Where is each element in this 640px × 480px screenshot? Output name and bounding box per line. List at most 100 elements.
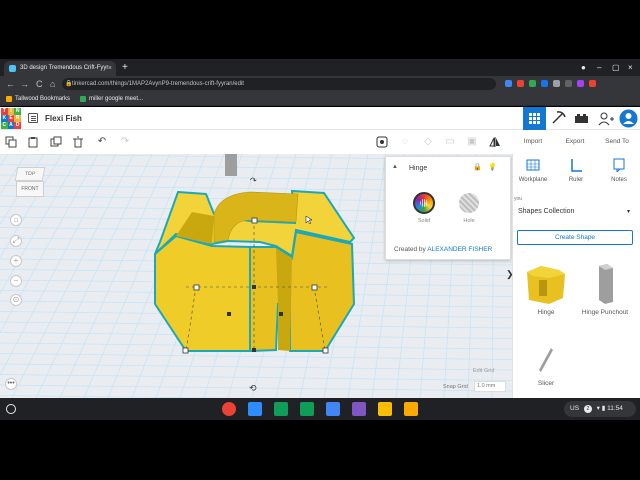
shelf-app-icon[interactable] (222, 402, 236, 416)
solid-color-swatch[interactable] (413, 192, 435, 214)
back-button[interactable]: ← (6, 76, 15, 92)
grid-icon (529, 113, 540, 124)
design-list-icon[interactable] (28, 113, 38, 123)
home-button[interactable]: ⌂ (50, 76, 55, 92)
duplicate-button[interactable] (50, 136, 62, 148)
address-bar[interactable]: 🔒 tinkercad.com/things/1MAP2AvynP9-treme… (62, 78, 496, 90)
shelf-app-icon[interactable] (274, 402, 288, 416)
extension-icon[interactable] (505, 80, 512, 87)
forward-button[interactable]: → (20, 76, 29, 92)
shape-thumbnails (527, 264, 613, 372)
bookmark-tallwood[interactable]: Tallwood Bookmarks (6, 92, 70, 106)
extension-icon[interactable] (553, 80, 560, 87)
hinge-thumbnail (527, 266, 565, 304)
note-tool-button[interactable] (376, 136, 388, 148)
workplane-tool[interactable]: Workplane (513, 158, 553, 183)
minimize-button[interactable]: – (597, 59, 601, 76)
light-tool-button[interactable]: ◌ (399, 136, 411, 148)
shelf-app-icon[interactable] (378, 402, 392, 416)
design-title[interactable]: Flexi Fish (45, 107, 82, 130)
lock-icon[interactable]: 🔒 (473, 163, 482, 171)
hinge-shape[interactable] (154, 189, 356, 353)
undo-button[interactable]: ↶ (96, 136, 108, 148)
close-window-button[interactable]: × (628, 59, 633, 76)
shape-label-hinge-punchout[interactable]: Hinge Punchout (579, 309, 631, 316)
shelf-app-icon[interactable] (404, 402, 418, 416)
rotate-bottom-arrow-icon[interactable]: ⟲ (249, 383, 257, 394)
fit-view-icon[interactable]: ⤢ (10, 235, 22, 247)
author-link[interactable]: ALEXANDER FISHER (427, 246, 492, 253)
extension-icon[interactable] (589, 80, 596, 87)
collapse-icon[interactable]: ▲ (392, 164, 398, 170)
build-button[interactable] (547, 107, 570, 130)
ruler-icon (571, 159, 582, 172)
group-tool-button[interactable]: ◇ (422, 136, 434, 148)
export-button[interactable]: Export (554, 130, 596, 154)
launcher-icon[interactable] (6, 404, 16, 414)
inspector-title[interactable]: Hinge (409, 165, 427, 172)
tab-title: 3D design Tremendous Crift-Fyyr (20, 65, 109, 71)
view-cube[interactable]: TOP FRONT (14, 164, 46, 200)
tinkercad-logo[interactable]: TINKERCAD (1, 108, 21, 129)
zoom-out-icon[interactable]: – (10, 275, 22, 287)
notes-tool[interactable]: Notes (599, 158, 639, 183)
record-icon[interactable]: ● (581, 59, 586, 76)
extension-icon[interactable] (517, 80, 524, 87)
workplane-label: Workplane (518, 177, 548, 183)
notes-icon (376, 136, 388, 148)
ungroup-tool-button[interactable]: ▣ (466, 136, 478, 148)
shelf-app-icon[interactable] (248, 402, 262, 416)
logo-letter: K (1, 115, 8, 122)
rotate-top-arrow-icon[interactable]: ↷ (250, 176, 257, 185)
create-shape-button[interactable]: Create Shape (517, 230, 633, 245)
shelf-app-icon[interactable] (352, 402, 366, 416)
copy-icon (5, 136, 17, 148)
3d-view-button[interactable] (523, 107, 546, 130)
edit-toolbar: ↶ ↷ ◌ ◇ ▭ ▣ (0, 130, 512, 154)
shape-label-slicer[interactable]: Slicer (529, 380, 563, 387)
extension-icon[interactable] (565, 80, 572, 87)
paste-button[interactable] (27, 136, 39, 148)
view-cube-top[interactable]: TOP (14, 167, 46, 181)
browser-tab-strip: 3D design Tremendous Crift-Fyyr × + ● – … (0, 59, 640, 76)
user-avatar[interactable] (617, 107, 640, 130)
add-user-button[interactable] (594, 107, 617, 130)
bookmarks-bar: Tallwood Bookmarks miller google meet... (0, 92, 640, 106)
snap-grid-select[interactable]: 1.0 mm (474, 381, 506, 392)
tab-close-icon[interactable]: × (108, 61, 112, 76)
maximize-button[interactable]: ▢ (612, 59, 620, 76)
system-tray[interactable]: US 2 ▾ ▮ 11:54 (564, 401, 636, 417)
view-cube-front[interactable]: FRONT (16, 181, 44, 197)
bookmark-miller-meet[interactable]: miller google meet... (80, 92, 143, 106)
align-tool-button[interactable]: ▭ (444, 136, 456, 148)
perspective-icon[interactable]: ⊙ (10, 294, 22, 306)
shelf-app-icon[interactable] (300, 402, 314, 416)
ruler-tool[interactable]: Ruler (556, 158, 596, 183)
reload-button[interactable]: C (36, 76, 43, 92)
bricks-button[interactable] (570, 107, 593, 130)
extension-icon[interactable] (541, 80, 548, 87)
duplicate-icon (50, 136, 62, 147)
brick-icon (575, 114, 588, 123)
collapse-panel-icon[interactable]: ❯ (506, 269, 514, 280)
shape-library-select[interactable]: Shapes Collection ▾ (513, 201, 635, 221)
zoom-in-icon[interactable]: + (10, 255, 22, 267)
lightbulb-icon[interactable]: 💡 (488, 163, 497, 171)
send-to-button[interactable]: Send To (596, 130, 638, 154)
new-tab-button[interactable]: + (122, 59, 128, 76)
edit-grid-link[interactable]: Edit Grid (473, 368, 494, 374)
shelf-app-icon[interactable] (326, 402, 340, 416)
copy-button[interactable] (5, 136, 17, 148)
home-view-icon[interactable]: ⌂ (10, 214, 22, 226)
extension-icon[interactable] (529, 80, 536, 87)
browser-tab-active[interactable]: 3D design Tremendous Crift-Fyyr × (4, 61, 116, 76)
import-button[interactable]: Import (512, 130, 554, 154)
extension-icon[interactable] (577, 80, 584, 87)
delete-button[interactable] (72, 136, 84, 148)
redo-button[interactable]: ↷ (119, 136, 131, 148)
right-panel: Workplane Ruler Notes (512, 154, 640, 398)
hole-swatch[interactable] (459, 193, 479, 213)
more-options-button[interactable]: ••• (5, 378, 17, 390)
shape-label-hinge[interactable]: Hinge (529, 309, 563, 316)
mirror-tool-button[interactable] (489, 136, 501, 148)
